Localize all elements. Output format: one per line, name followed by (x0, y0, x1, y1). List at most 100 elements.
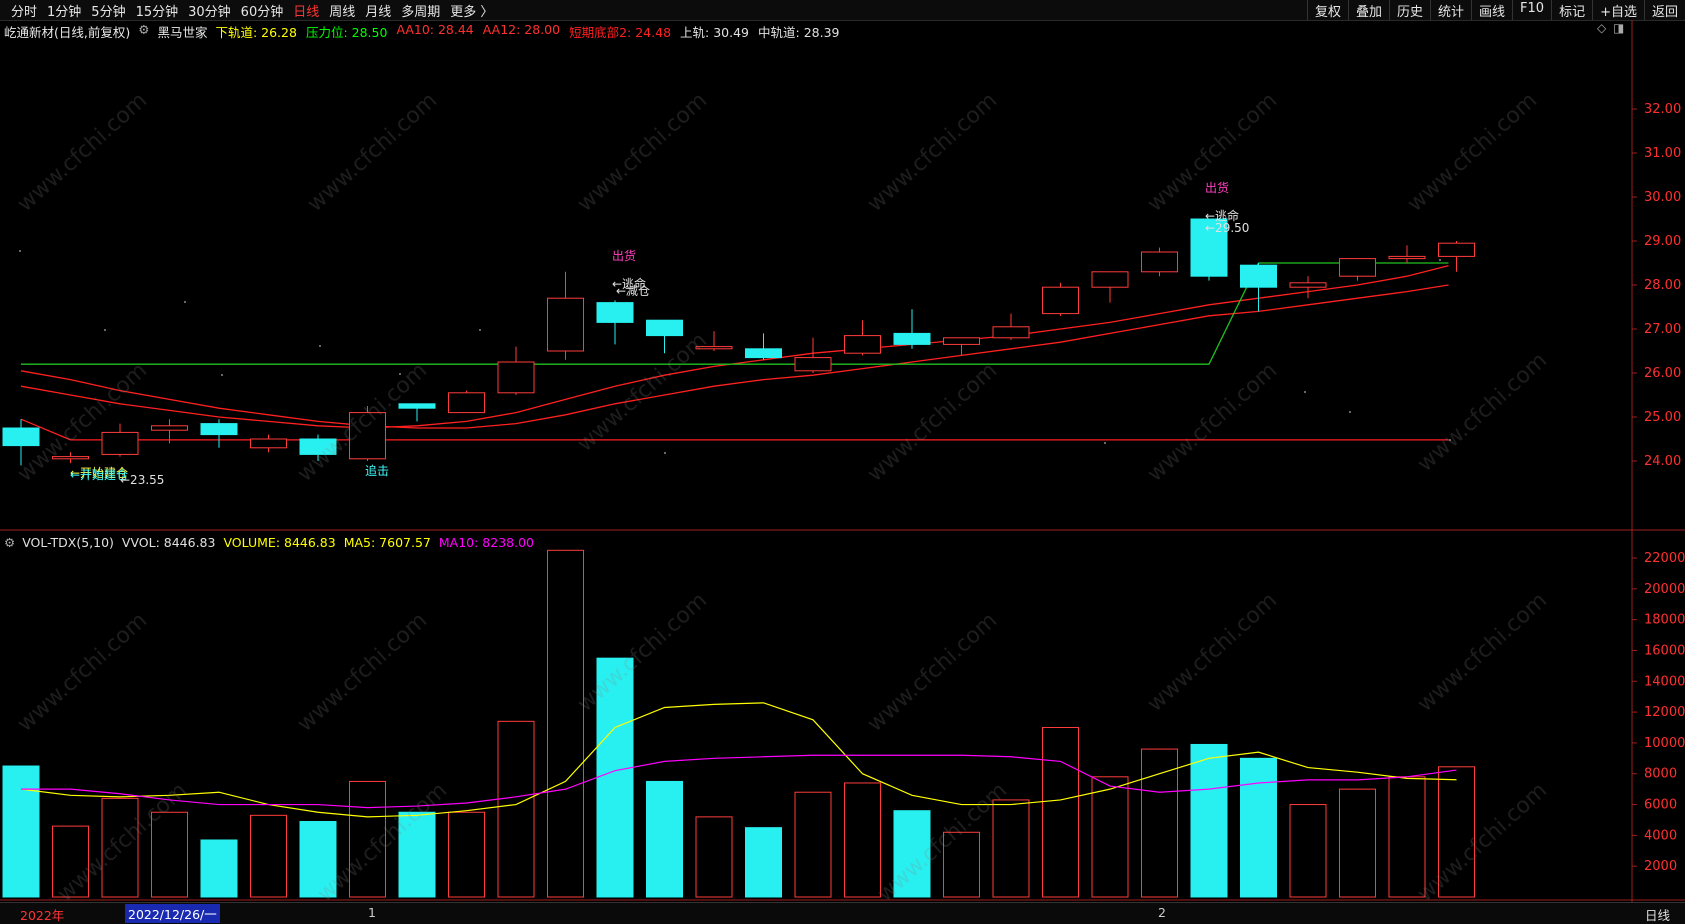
kline-chart[interactable]: 24.00 25.00 26.00 27.00 28.00 29.00 30.00 31.00… (0, 20, 1685, 902)
candle-body (596, 302, 634, 323)
tab-2[interactable]: 5分钟 (86, 1, 130, 20)
price-tick-label: 32.00 (1644, 102, 1681, 117)
tab-3[interactable]: 15分钟 (131, 1, 184, 20)
volume-bar (1091, 776, 1129, 898)
volume-bar (1141, 748, 1178, 898)
period-label: 日线 (1645, 908, 1671, 923)
volume-bar (893, 810, 931, 898)
grid-dot (221, 374, 223, 376)
price-tick-label: 29.00 (1644, 234, 1681, 249)
tab-0[interactable]: 分时 (6, 1, 42, 20)
candle-body (1141, 251, 1178, 273)
volume-bar (992, 799, 1030, 898)
grid-dot (104, 329, 106, 331)
tab-9[interactable]: 多周期 (396, 1, 445, 20)
candle-body (943, 337, 980, 345)
toolbar-button-6[interactable]: 标记 (1551, 0, 1592, 20)
volume-bar (299, 820, 337, 898)
candle-body (448, 392, 485, 414)
price-tick-label: 25.00 (1644, 410, 1681, 425)
grid-dot (479, 329, 481, 331)
panel-toggle-icon[interactable]: ◨ (1613, 21, 1624, 35)
volume-bar (497, 720, 535, 898)
price-tick-label: 27.00 (1644, 322, 1681, 337)
volume-bar (695, 816, 733, 898)
volume-bar (200, 839, 238, 898)
signal-annotation: ←23.55 (120, 473, 164, 487)
tab-1[interactable]: 1分钟 (42, 1, 86, 20)
toolbar-button-7[interactable]: +自选 (1592, 0, 1644, 20)
toolbar-right-buttons: 复权 叠加 历史 统计 画线 F10 标记 +自选 返回 (1306, 0, 1685, 20)
candle-body (992, 326, 1030, 339)
volume-bar (794, 791, 832, 898)
tab-7[interactable]: 周线 (324, 1, 360, 20)
grid-dot (1349, 411, 1351, 413)
grid-dot (184, 301, 186, 303)
signal-annotation: 出货 (612, 248, 636, 263)
volume-bar (646, 780, 683, 898)
period-tabs: 分时 1分钟 5分钟 15分钟 30分钟 60分钟 日线 周线 月线 多周期 更多 〉 (6, 1, 498, 20)
grid-dot (19, 250, 21, 252)
signal-annotation: 追击 (365, 463, 389, 478)
volume-bar (1388, 776, 1426, 898)
candle-body (695, 346, 733, 350)
volume-bar (1042, 727, 1079, 898)
toolbar: 分时 1分钟 5分钟 15分钟 30分钟 60分钟 日线 周线 月线 多周期 更多 〉 复权 叠加 历史… (0, 0, 1685, 21)
volume-tick-label: 18000 (1644, 613, 1685, 628)
candle-body (200, 423, 238, 436)
candle-body (1438, 242, 1475, 257)
toolbar-button-3[interactable]: 统计 (1430, 0, 1471, 20)
candle-body (794, 357, 832, 372)
volume-bar (52, 825, 89, 898)
volume-tick-label: 16000 (1644, 643, 1685, 658)
year-label: 2022年 (20, 908, 65, 923)
volume-bar (1289, 804, 1327, 898)
toolbar-button-1[interactable]: 叠加 (1347, 0, 1389, 20)
grid-dot (1304, 391, 1306, 393)
diamond-icon[interactable]: ◇ (1597, 21, 1607, 35)
volume-bar (398, 811, 436, 898)
tab-4[interactable]: 30分钟 (183, 1, 236, 20)
candle-body (646, 319, 683, 337)
candle-body (547, 297, 584, 352)
volume-tick-label: 2000 (1644, 859, 1677, 874)
toolbar-button-2[interactable]: 历史 (1388, 0, 1430, 20)
month-mark-1: 1 (368, 905, 376, 920)
series-line-AA10 (20, 265, 1449, 429)
candle-body (1240, 264, 1277, 288)
signal-annotation: 出货 (1205, 180, 1229, 195)
tab-8[interactable]: 月线 (360, 1, 396, 20)
price-tick-label: 31.00 (1644, 146, 1681, 161)
volume-bar (943, 831, 980, 898)
volume-bar (1438, 766, 1475, 898)
price-tick-label: 30.00 (1644, 190, 1681, 205)
series-line-压力 (21, 262, 1449, 365)
candle-body (250, 438, 287, 449)
toolbar-button-8[interactable]: 返回 (1643, 0, 1685, 20)
toolbar-button-0[interactable]: 复权 (1306, 0, 1348, 20)
candle-body (52, 456, 89, 460)
volume-bar (1240, 757, 1277, 898)
toolbar-button-5[interactable]: F10 (1512, 0, 1551, 20)
volume-tick-label: 12000 (1644, 705, 1685, 720)
candle-body (101, 431, 139, 455)
grid-dot (1439, 259, 1441, 261)
volume-bar (596, 657, 634, 898)
grid-dot (1449, 439, 1451, 441)
volume-tick-label: 22000 (1644, 551, 1685, 566)
tab-5[interactable]: 60分钟 (236, 1, 289, 20)
volume-bar (101, 797, 139, 898)
volume-bar (349, 780, 386, 898)
toolbar-button-4[interactable]: 画线 (1471, 0, 1512, 20)
candle-body (1339, 258, 1376, 277)
volume-tick-label: 8000 (1644, 767, 1677, 782)
candle-body (1091, 271, 1129, 288)
tab-6[interactable]: 日线 (288, 1, 324, 20)
grid-dot (319, 345, 321, 347)
grid-dot (1104, 442, 1106, 444)
price-tick-label: 24.00 (1644, 454, 1681, 469)
month-mark-2: 2 (1158, 905, 1166, 920)
volume-bar (2, 765, 40, 898)
volume-bar (1339, 788, 1376, 898)
tab-10[interactable]: 更多 〉 (445, 1, 498, 20)
